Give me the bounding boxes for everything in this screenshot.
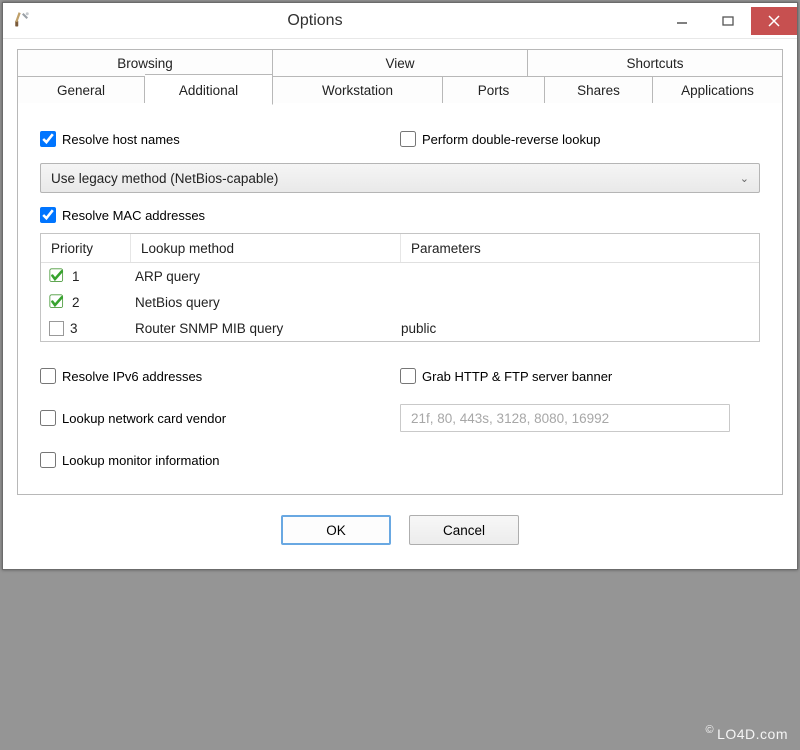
window-buttons — [659, 7, 797, 35]
titlebar: Options — [3, 3, 797, 39]
resolve-ipv6-label: Resolve IPv6 addresses — [62, 369, 202, 384]
tab-row-upper: Browsing View Shortcuts — [17, 49, 783, 76]
resolve-mac-input[interactable] — [40, 207, 56, 223]
lookup-monitor-label: Lookup monitor information — [62, 453, 220, 468]
minimize-button[interactable] — [659, 7, 705, 35]
tab-general[interactable]: General — [17, 76, 145, 104]
double-reverse-label: Perform double-reverse lookup — [422, 132, 600, 147]
tab-browsing[interactable]: Browsing — [17, 49, 273, 76]
resolve-mac-checkbox[interactable]: Resolve MAC addresses — [40, 207, 760, 223]
ok-button[interactable]: OK — [281, 515, 391, 545]
lookup-vendor-input[interactable] — [40, 410, 56, 426]
lookup-monitor-checkbox[interactable]: Lookup monitor information — [40, 452, 220, 468]
chevron-down-icon: ⌄ — [740, 172, 749, 185]
col-params[interactable]: Parameters — [401, 234, 759, 262]
resolve-host-input[interactable] — [40, 131, 56, 147]
resolve-host-checkbox[interactable]: Resolve host names — [40, 131, 180, 147]
grab-banner-label: Grab HTTP & FTP server banner — [422, 369, 612, 384]
row-num: 1 — [72, 269, 80, 284]
col-priority[interactable]: Priority — [41, 234, 131, 262]
watermark: © LO4D.com — [705, 726, 788, 742]
table-body: 1 ARP query 2 NetBios query — [41, 263, 759, 341]
row-num: 3 — [70, 321, 78, 336]
hostname-method-select[interactable]: Use legacy method (NetBios-capable) ⌄ — [40, 163, 760, 193]
tab-view[interactable]: View — [273, 49, 528, 76]
copyright-icon: © — [705, 724, 714, 736]
check-icon — [49, 268, 66, 285]
resolve-ipv6-checkbox[interactable]: Resolve IPv6 addresses — [40, 368, 202, 384]
tab-panel-additional: Resolve host names Perform double-revers… — [17, 103, 783, 495]
dialog-body: Browsing View Shortcuts General Addition… — [3, 39, 797, 569]
unchecked-icon — [49, 321, 64, 336]
resolve-ipv6-input[interactable] — [40, 368, 56, 384]
maximize-button[interactable] — [705, 7, 751, 35]
resolve-host-label: Resolve host names — [62, 132, 180, 147]
mac-lookup-table: Priority Lookup method Parameters 1 ARP … — [40, 233, 760, 342]
table-row[interactable]: 1 ARP query — [41, 263, 759, 289]
table-row[interactable]: 3 Router SNMP MIB query public — [41, 315, 759, 341]
col-method[interactable]: Lookup method — [131, 234, 401, 262]
cancel-button[interactable]: Cancel — [409, 515, 519, 545]
options-window: Options Browsing View Shortcuts General … — [2, 2, 798, 570]
check-icon — [49, 294, 66, 311]
table-row[interactable]: 2 NetBios query — [41, 289, 759, 315]
row-method: Router SNMP MIB query — [131, 321, 401, 336]
row-num: 2 — [72, 295, 80, 310]
double-reverse-checkbox[interactable]: Perform double-reverse lookup — [400, 131, 600, 147]
tab-applications[interactable]: Applications — [653, 76, 783, 104]
select-value: Use legacy method (NetBios-capable) — [51, 171, 278, 186]
row-method: NetBios query — [131, 295, 401, 310]
tab-row-lower: General Additional Workstation Ports Sha… — [17, 76, 783, 104]
double-reverse-input[interactable] — [400, 131, 416, 147]
dialog-buttons: OK Cancel — [17, 515, 783, 545]
banner-ports-value: 21f, 80, 443s, 3128, 8080, 16992 — [411, 411, 609, 426]
row-method: ARP query — [131, 269, 401, 284]
close-button[interactable] — [751, 7, 797, 35]
tab-workstation[interactable]: Workstation — [273, 76, 443, 104]
row-params: public — [401, 321, 751, 336]
lookup-vendor-checkbox[interactable]: Lookup network card vendor — [40, 410, 226, 426]
tab-additional[interactable]: Additional — [145, 74, 273, 105]
lookup-vendor-label: Lookup network card vendor — [62, 411, 226, 426]
window-title: Options — [0, 12, 659, 30]
resolve-mac-label: Resolve MAC addresses — [62, 208, 205, 223]
banner-ports-input[interactable]: 21f, 80, 443s, 3128, 8080, 16992 — [400, 404, 730, 432]
tab-shares[interactable]: Shares — [545, 76, 653, 104]
tab-shortcuts[interactable]: Shortcuts — [528, 49, 783, 76]
lookup-monitor-input[interactable] — [40, 452, 56, 468]
grab-banner-input[interactable] — [400, 368, 416, 384]
table-header: Priority Lookup method Parameters — [41, 234, 759, 263]
grab-banner-checkbox[interactable]: Grab HTTP & FTP server banner — [400, 368, 612, 384]
tab-ports[interactable]: Ports — [443, 76, 545, 104]
watermark-text: LO4D.com — [717, 726, 788, 742]
